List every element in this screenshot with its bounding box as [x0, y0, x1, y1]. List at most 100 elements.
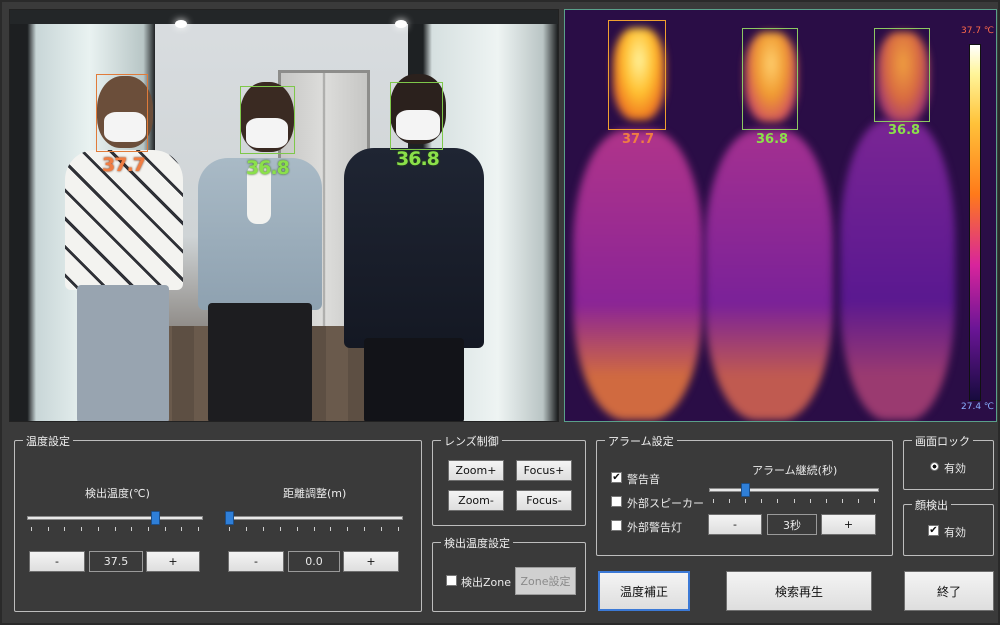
slider-tick: [47, 527, 49, 531]
detect-temp-value: 37.5: [89, 551, 143, 572]
slider-tick: [729, 499, 731, 503]
zone-settings-button[interactable]: Zone設定: [515, 567, 576, 595]
slider-tick: [279, 527, 281, 531]
slider-tick: [793, 499, 795, 503]
slider-tick: [777, 499, 779, 503]
external-speaker-label: 外部スピーカー: [627, 497, 704, 510]
slider-tick: [64, 527, 66, 531]
color-scale-max: 37.7 ℃: [961, 26, 995, 36]
slider-tick: [874, 499, 875, 503]
slider-tick: [147, 527, 149, 531]
warning-sound-checkbox[interactable]: ✔: [611, 472, 622, 483]
zoom-plus-button[interactable]: Zoom+: [448, 460, 504, 481]
thermal-camera-view: 37.7 36.8 36.8 37.7 ℃ 27.4 ℃: [564, 9, 997, 422]
slider-tick: [97, 527, 99, 531]
temperature-label: 36.8: [396, 148, 440, 170]
detect-zone-checkbox[interactable]: [446, 575, 457, 586]
slider-tick: [31, 527, 32, 531]
slider-tick: [364, 527, 366, 531]
slider-tick: [381, 527, 383, 531]
external-speaker-checkbox[interactable]: [611, 496, 622, 507]
thermal-face-box: [874, 28, 930, 122]
alarm-duration-slider[interactable]: [709, 488, 879, 492]
alarm-duration-ticks: [713, 499, 875, 504]
temp-correction-button[interactable]: 温度補正: [598, 571, 690, 611]
detect-temp-label: 検出温度(℃): [85, 487, 150, 500]
distance-plus-button[interactable]: +: [343, 551, 399, 572]
slider-tick: [229, 527, 230, 531]
alarm-duration-plus-button[interactable]: +: [821, 514, 876, 535]
group-title: レンズ制御: [441, 433, 502, 449]
focus-plus-button[interactable]: Focus+: [516, 460, 572, 481]
face-detection-group: 顔検出 ✔ 有効: [903, 497, 994, 556]
slider-tick: [330, 527, 332, 531]
alarm-duration-minus-button[interactable]: -: [708, 514, 762, 535]
detect-temp-slider[interactable]: [27, 516, 203, 520]
color-scale-bar: [969, 44, 981, 401]
group-title: 顔検出: [912, 497, 951, 513]
detect-temp-plus-button[interactable]: +: [146, 551, 200, 572]
distance-label: 距離調整(m): [283, 487, 347, 500]
external-warning-light-checkbox[interactable]: [611, 520, 622, 531]
distance-minus-button[interactable]: -: [228, 551, 284, 572]
slider-tick: [198, 527, 199, 531]
face-box: [390, 82, 443, 150]
temperature-label: 36.8: [246, 157, 290, 179]
thermal-temperature-label: 36.8: [888, 123, 921, 138]
thermal-temperature-label: 36.8: [756, 132, 789, 147]
slider-tick: [262, 527, 264, 531]
slider-tick: [347, 527, 349, 531]
alarm-duration-label: アラーム継続(秒): [752, 464, 838, 477]
exit-button[interactable]: 終了: [904, 571, 994, 611]
detect-zone-label: 検出Zone: [461, 576, 512, 589]
detect-temp-settings-group: 検出温度設定 検出Zone Zone設定: [432, 535, 586, 612]
temperature-label: 37.7: [102, 154, 146, 176]
slider-tick: [181, 527, 183, 531]
slider-tick: [313, 527, 315, 531]
lens-control-group: レンズ制御 Zoom+ Focus+ Zoom- Focus-: [432, 433, 586, 526]
slider-tick: [296, 527, 298, 531]
visible-camera-view: 37.7 36.8 36.8: [9, 9, 559, 422]
color-scale-min: 27.4 ℃: [961, 402, 995, 412]
search-playback-button[interactable]: 検索再生: [726, 571, 872, 611]
slider-tick: [131, 527, 133, 531]
alarm-settings-group: アラーム設定 ✔ 警告音 外部スピーカー 外部警告灯 アラーム継続(秒) - 3…: [596, 433, 893, 556]
slider-tick: [713, 499, 714, 503]
detect-temp-minus-button[interactable]: -: [29, 551, 85, 572]
slider-tick: [164, 527, 166, 531]
focus-minus-button[interactable]: Focus-: [516, 490, 572, 511]
slider-tick: [245, 527, 247, 531]
slider-tick: [398, 527, 399, 531]
screen-lock-group: 画面ロック 有効: [903, 433, 994, 490]
app-window: 37.7 36.8 36.8 37.7 36.8 36.8 37.7 ℃ 27.…: [0, 0, 1000, 625]
distance-value: 0.0: [288, 551, 340, 572]
slider-tick: [809, 499, 811, 503]
face-detection-option-label: 有効: [944, 526, 966, 539]
distance-slider[interactable]: [225, 516, 403, 520]
slider-tick: [857, 499, 859, 503]
screen-lock-radio[interactable]: [930, 462, 939, 471]
group-title: 温度設定: [23, 433, 73, 449]
detect-temp-ticks: [31, 527, 199, 532]
slider-tick: [745, 499, 747, 503]
alarm-duration-value: 3秒: [767, 514, 817, 535]
screen-lock-option-label: 有効: [944, 462, 966, 475]
alarm-duration-slider-thumb[interactable]: [741, 483, 751, 497]
group-title: 画面ロック: [912, 433, 973, 449]
slider-tick: [81, 527, 83, 531]
slider-tick: [841, 499, 843, 503]
slider-tick: [114, 527, 116, 531]
thermal-face-box: [608, 20, 666, 130]
slider-tick: [761, 499, 763, 503]
face-detection-checkbox[interactable]: ✔: [928, 525, 939, 536]
face-box: [240, 86, 295, 154]
distance-slider-thumb[interactable]: [225, 511, 234, 525]
slider-tick: [825, 499, 827, 503]
temperature-settings-group: 温度設定 検出温度(℃) 距離調整(m) - 37.5 + - 0.0 +: [14, 433, 422, 612]
warning-sound-label: 警告音: [627, 473, 660, 486]
detect-temp-slider-thumb[interactable]: [150, 511, 160, 525]
external-warning-light-label: 外部警告灯: [627, 521, 682, 534]
thermal-face-box: [742, 28, 798, 130]
zoom-minus-button[interactable]: Zoom-: [448, 490, 504, 511]
thermal-temperature-label: 37.7: [622, 132, 655, 147]
